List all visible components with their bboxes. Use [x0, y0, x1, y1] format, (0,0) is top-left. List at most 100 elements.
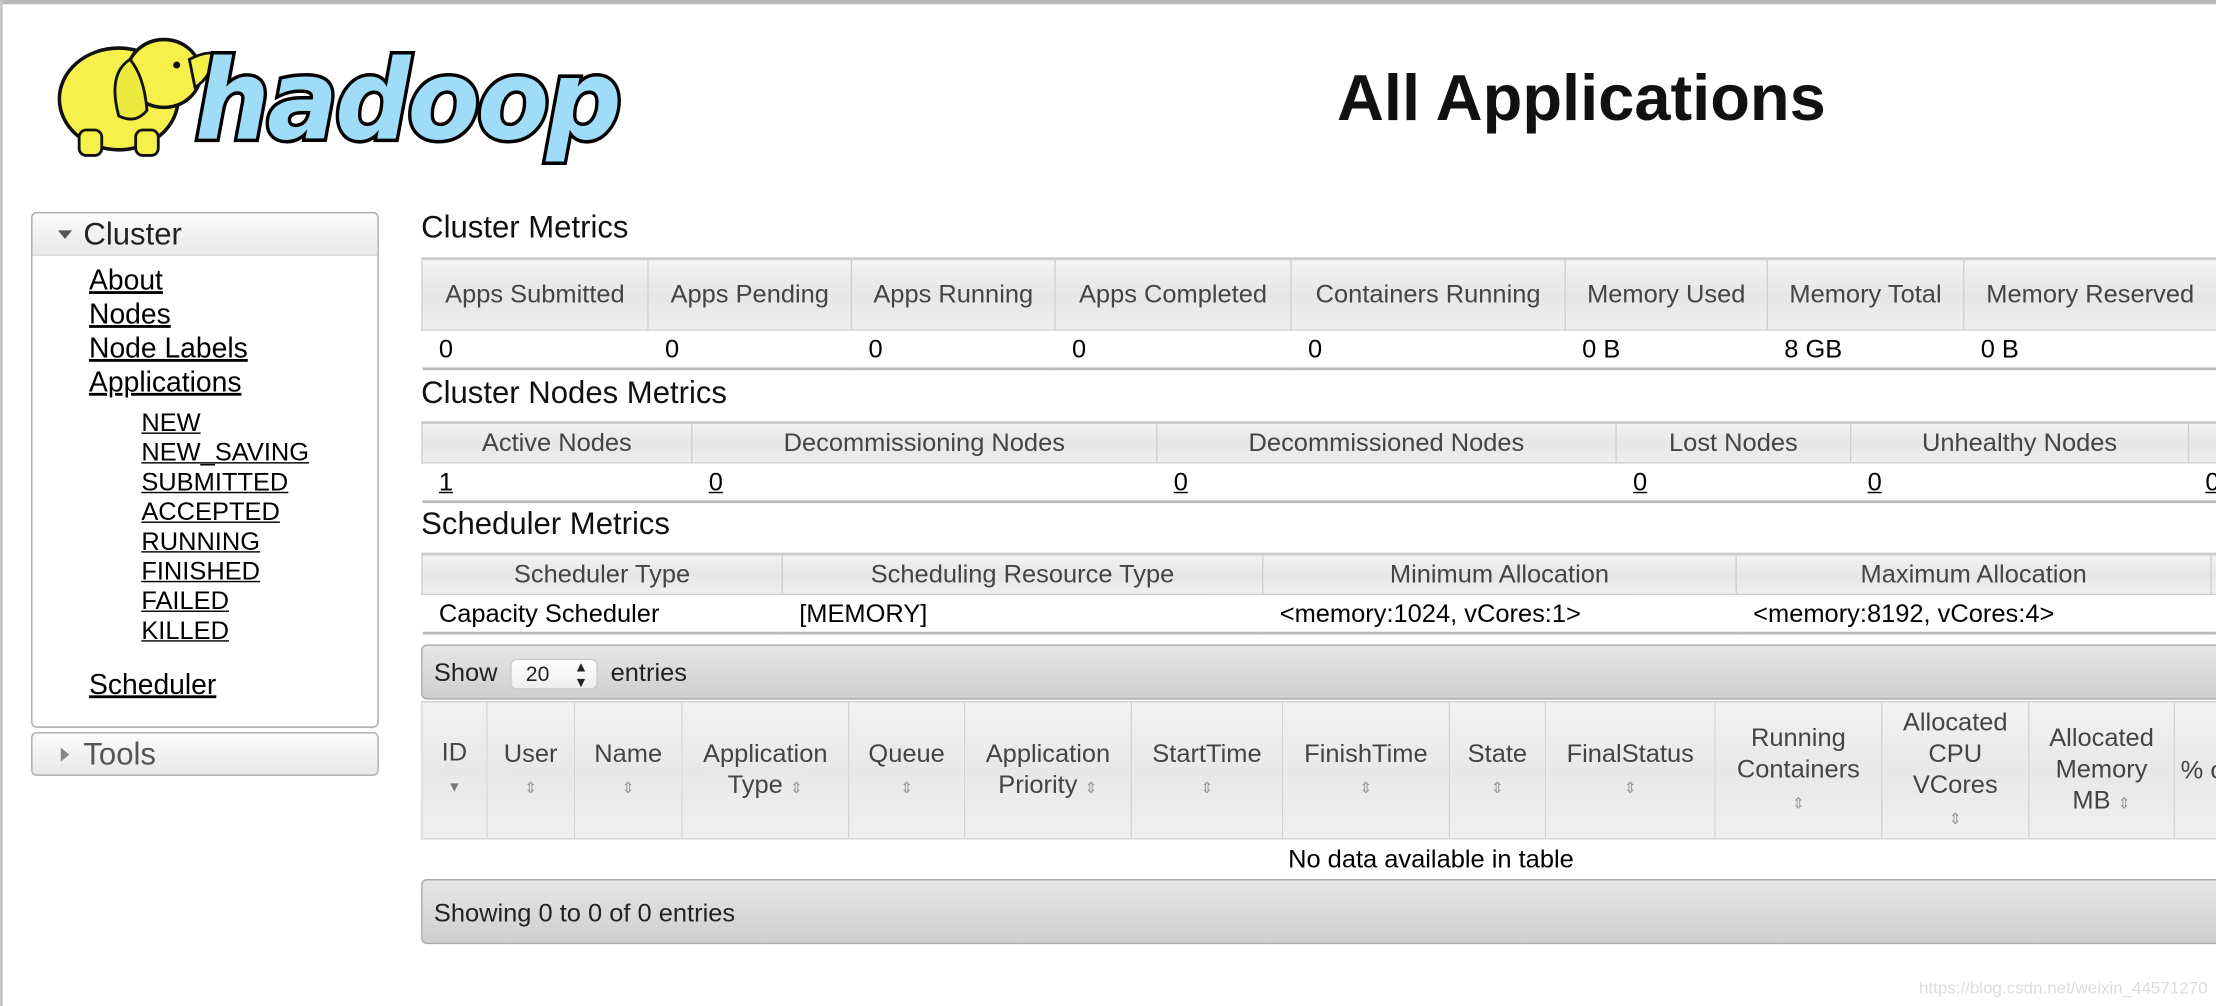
- scheduler-type-value: Capacity Scheduler: [421, 593, 783, 634]
- col-scheduling-resource-type: Scheduling Resource Type: [781, 552, 1264, 595]
- sort-icon: ⇕: [1084, 779, 1098, 797]
- col-final-status[interactable]: FinalStatus ⇕: [1544, 700, 1716, 840]
- elephant-icon: [57, 37, 217, 157]
- hadoop-logo: hadoop: [57, 33, 625, 167]
- sort-icon: ⇕: [789, 779, 803, 797]
- col-decommissioning-nodes: Decommissioning Nodes: [691, 421, 1158, 463]
- col-memory-total: Memory Total: [1766, 257, 1965, 330]
- sort-desc-icon: ▼: [447, 780, 462, 796]
- nav-app-state-new-saving[interactable]: NEW_SAVING: [141, 438, 309, 468]
- col-maximum-allocation: Maximum Allocation: [1735, 552, 2212, 595]
- table-row: 1 0 0 0 0 0: [421, 462, 2216, 503]
- table-header-row: Apps Submitted Apps Pending Apps Running…: [421, 257, 2216, 330]
- page-size-select[interactable]: 20 ▲ ▼: [510, 658, 598, 691]
- nav-nodes[interactable]: Nodes: [89, 300, 171, 333]
- tools-menu[interactable]: Tools: [31, 732, 379, 776]
- page: hadoop All Applications Cluster About No…: [0, 0, 2216, 1006]
- sort-icon: ⇕: [1490, 779, 1504, 797]
- memory-reserved-value: 0 B: [1963, 329, 2216, 370]
- maximum-allocation-value: <memory:8192, vCores:4>: [1736, 593, 2212, 634]
- apps-submitted-value: 0: [421, 329, 648, 370]
- col-minimum-allocation: Minimum Allocation: [1262, 552, 1737, 595]
- tools-menu-label: Tools: [83, 736, 156, 772]
- unhealthy-nodes-link[interactable]: 0: [1868, 467, 1882, 495]
- col-apps-running: Apps Running: [850, 257, 1056, 330]
- nav-scheduler[interactable]: Scheduler: [89, 670, 216, 703]
- page-size-value: 20: [525, 663, 550, 688]
- cluster-metrics-table: Apps Submitted Apps Pending Apps Running…: [421, 257, 2216, 370]
- applications-table: ID ▼ User ⇕ Name ⇕ Application Type ⇕ Queue…: [421, 700, 2216, 884]
- sort-icon: ⇕: [2117, 794, 2131, 812]
- col-decommissioned-nodes: Decommissioned Nodes: [1156, 421, 1617, 463]
- scheduler-metrics-table: Scheduler Type Scheduling Resource Type …: [421, 552, 2216, 634]
- table-length-bar: Show 20 ▲ ▼ entries: [421, 644, 2216, 700]
- table-header-row: Active Nodes Decommissioning Nodes Decom…: [421, 421, 2216, 463]
- nav-app-state-killed[interactable]: KILLED: [141, 616, 229, 646]
- expand-triangle-icon: [60, 747, 70, 762]
- nav-app-state-submitted[interactable]: SUBMITTED: [141, 468, 288, 498]
- active-nodes-link[interactable]: 1: [439, 467, 453, 495]
- more-value: [2211, 593, 2216, 634]
- show-label: Show: [433, 658, 498, 687]
- tools-menu-header[interactable]: Tools: [32, 733, 378, 775]
- nav-app-state-finished[interactable]: FINISHED: [141, 557, 260, 587]
- nav-app-state-running[interactable]: RUNNING: [141, 527, 260, 557]
- apps-running-value: 0: [851, 329, 1056, 370]
- col-name[interactable]: Name ⇕: [573, 700, 683, 840]
- col-start-time[interactable]: StartTime ⇕: [1130, 700, 1284, 840]
- col-allocated-memory-mb[interactable]: Allocated Memory MB ⇕: [2028, 700, 2176, 840]
- sort-icon: ⇕: [1200, 779, 1214, 797]
- nav-app-state-new[interactable]: NEW: [141, 408, 200, 438]
- containers-running-value: 0: [1291, 329, 1566, 370]
- col-application-type[interactable]: Application Type ⇕: [681, 700, 850, 840]
- left-border: [0, 0, 3, 1006]
- col-more: [2210, 552, 2216, 595]
- collapse-triangle-icon: [57, 230, 73, 239]
- col-more: [2187, 421, 2216, 463]
- col-allocated-cpu-vcores[interactable]: Allocated CPU VCores ⇕: [1881, 700, 2030, 840]
- table-header-row: ID ▼ User ⇕ Name ⇕ Application Type ⇕ Queue…: [421, 700, 2216, 840]
- col-scheduler-type: Scheduler Type: [421, 552, 783, 595]
- col-percent-of-queue[interactable]: % of Queue: [2173, 700, 2216, 840]
- scheduling-resource-type-value: [MEMORY]: [782, 593, 1263, 634]
- col-application-priority[interactable]: Application Priority ⇕: [963, 700, 1133, 840]
- nav-applications[interactable]: Applications: [89, 367, 241, 400]
- col-unhealthy-nodes: Unhealthy Nodes: [1849, 421, 2190, 463]
- nav-node-labels[interactable]: Node Labels: [89, 334, 248, 367]
- nav-app-state-failed[interactable]: FAILED: [141, 587, 229, 617]
- nav-about[interactable]: About: [89, 266, 163, 299]
- table-row: 0 0 0 0 0 0 B 8 GB 0 B: [421, 329, 2216, 370]
- decommissioned-nodes-link[interactable]: 0: [1174, 467, 1188, 495]
- col-finish-time[interactable]: FinishTime ⇕: [1281, 700, 1451, 840]
- col-active-nodes: Active Nodes: [421, 421, 693, 463]
- table-header-row: Scheduler Type Scheduling Resource Type …: [421, 552, 2216, 595]
- memory-used-value: 0 B: [1565, 329, 1768, 370]
- svg-text:hadoop: hadoop: [195, 37, 619, 165]
- nodes-metrics-table: Active Nodes Decommissioning Nodes Decom…: [421, 421, 2216, 503]
- minimum-allocation-value: <memory:1024, vCores:1>: [1262, 593, 1737, 634]
- col-state[interactable]: State ⇕: [1448, 700, 1547, 840]
- rebooted-nodes-link[interactable]: 0: [2205, 467, 2216, 495]
- nodes-metrics-title: Cluster Nodes Metrics: [421, 374, 727, 410]
- table-info: Showing 0 to 0 of 0 entries: [433, 898, 736, 928]
- lost-nodes-link[interactable]: 0: [1633, 467, 1647, 495]
- nav-app-state-accepted[interactable]: ACCEPTED: [141, 497, 280, 527]
- col-queue[interactable]: Queue ⇕: [847, 700, 966, 840]
- entries-label: entries: [610, 658, 687, 687]
- sort-icon: ⇕: [1623, 779, 1637, 797]
- col-id[interactable]: ID ▼: [421, 700, 488, 840]
- col-memory-used: Memory Used: [1564, 257, 1769, 330]
- cluster-menu-label: Cluster: [83, 216, 182, 252]
- col-running-containers[interactable]: Running Containers ⇕: [1714, 700, 1883, 840]
- col-apps-completed: Apps Completed: [1054, 257, 1292, 330]
- apps-completed-value: 0: [1055, 329, 1292, 370]
- table-info-bar: Showing 0 to 0 of 0 entries: [421, 879, 2216, 945]
- sort-icon: ⇕: [1948, 810, 1962, 828]
- col-apps-pending: Apps Pending: [647, 257, 853, 330]
- scheduler-metrics-title: Scheduler Metrics: [421, 505, 671, 542]
- apps-pending-value: 0: [647, 329, 852, 370]
- cluster-menu-header[interactable]: Cluster: [32, 213, 378, 256]
- col-user[interactable]: User ⇕: [486, 700, 576, 840]
- decommissioning-nodes-link[interactable]: 0: [709, 467, 723, 495]
- cluster-menu: Cluster About Nodes Node Labels Applicat…: [31, 211, 379, 728]
